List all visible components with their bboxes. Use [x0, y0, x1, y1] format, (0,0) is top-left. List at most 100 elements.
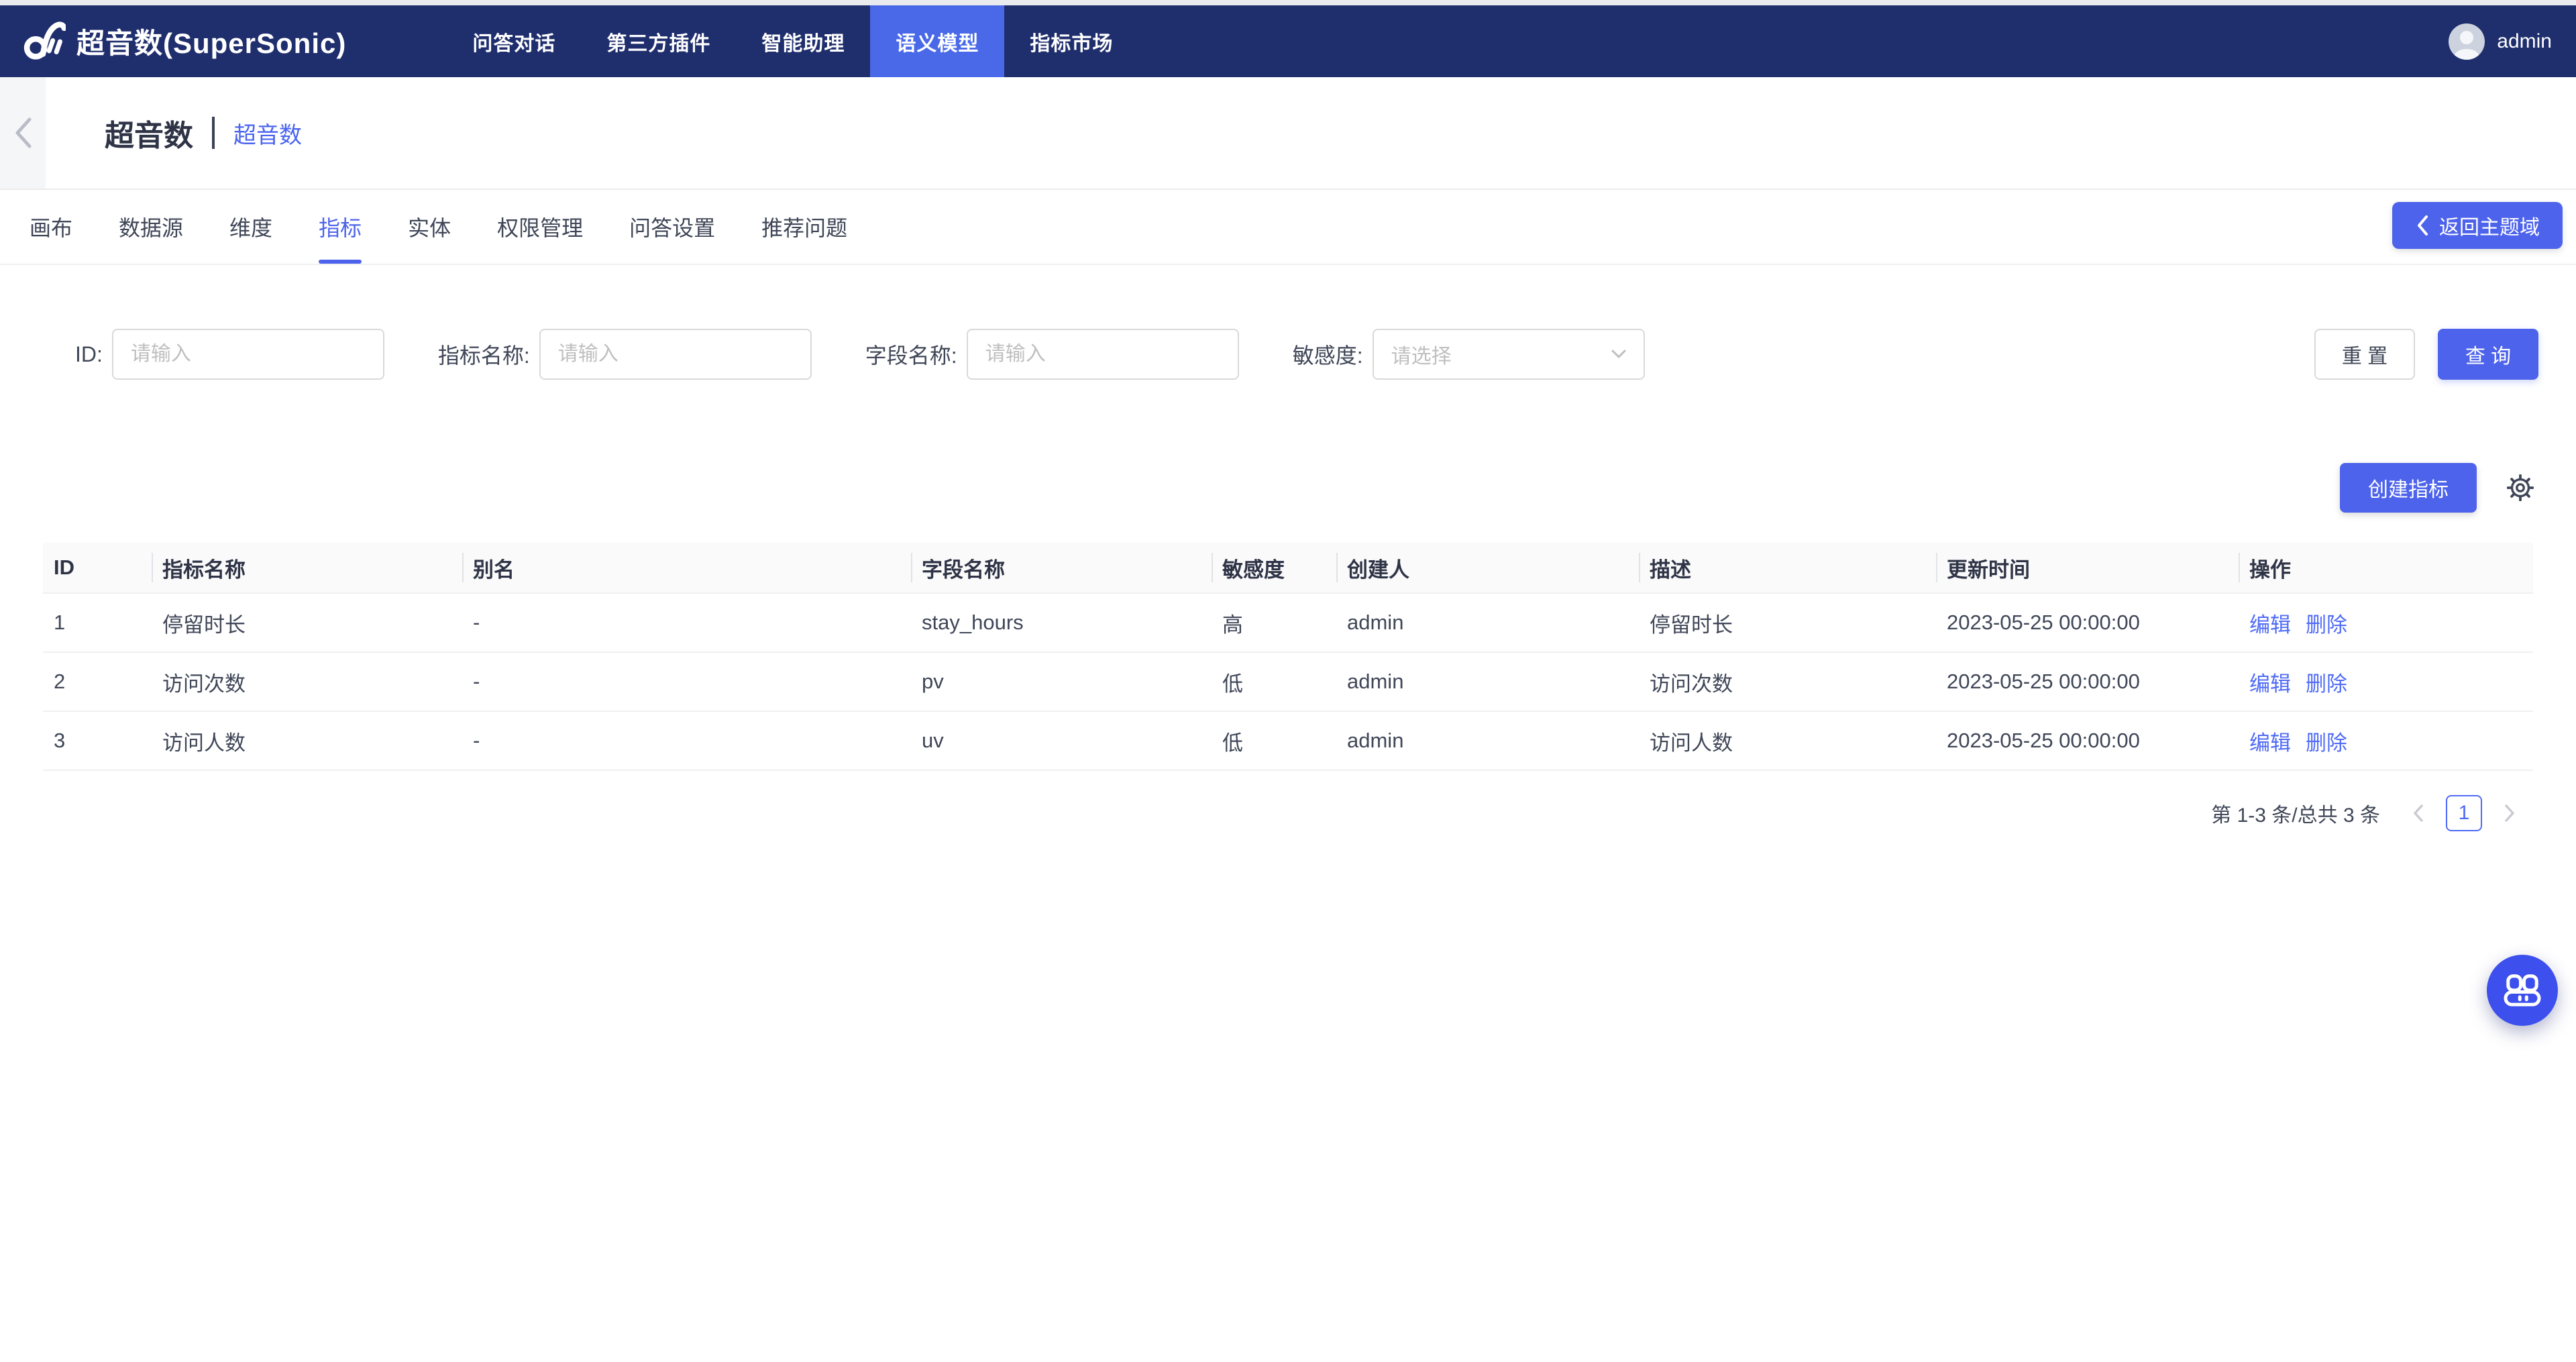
delete-link[interactable]: 删除 [2306, 726, 2347, 756]
tab-dimension[interactable]: 维度 [229, 190, 272, 264]
chatbot-float-button[interactable] [2487, 955, 2558, 1026]
cell-actions: 编辑 删除 [2239, 712, 2533, 770]
pagination-total: 第 1-3 条/总共 3 条 [2211, 798, 2380, 828]
tab-metric[interactable]: 指标 [319, 190, 362, 264]
next-page-button[interactable] [2491, 795, 2528, 831]
back-navigation[interactable] [0, 77, 46, 189]
cell-id: 2 [43, 653, 152, 711]
cell-updated: 2023-05-25 00:00:00 [1936, 653, 2239, 711]
cell-name: 访问次数 [152, 653, 462, 711]
chevron-left-icon [2415, 214, 2430, 237]
breadcrumb-link[interactable]: 超音数 [233, 117, 302, 150]
column-header-creator: 创建人 [1336, 543, 1639, 592]
create-metric-button[interactable]: 创建指标 [2340, 463, 2477, 513]
filter-buttons: 重 置 查 询 [2314, 329, 2538, 380]
search-button[interactable]: 查 询 [2438, 329, 2538, 380]
cell-alias: - [462, 594, 911, 651]
column-header-name: 指标名称 [152, 543, 462, 592]
tab-recommend[interactable]: 推荐问题 [761, 190, 847, 264]
table-row: 3 访问人数 - uv 低 admin 访问人数 2023-05-25 00:0… [43, 712, 2533, 771]
column-header-sensitivity: 敏感度 [1212, 543, 1336, 592]
cell-sensitivity: 高 [1212, 594, 1336, 651]
cell-desc: 访问人数 [1639, 712, 1936, 770]
filter-group-id: ID: [75, 329, 384, 380]
cell-actions: 编辑 删除 [2239, 653, 2533, 711]
top-navbar: 超音数(SuperSonic) 问答对话 第三方插件 智能助理 语义模型 指标市… [0, 5, 2576, 77]
cell-name: 停留时长 [152, 594, 462, 651]
delete-link[interactable]: 删除 [2306, 667, 2347, 697]
filter-bar: ID: 指标名称: 字段名称: 敏感度: 请选择 重 置 查 询 [0, 329, 2576, 380]
filter-group-sensitivity: 敏感度: 请选择 [1293, 329, 1645, 380]
title-divider [212, 117, 215, 149]
page-number-1[interactable]: 1 [2446, 795, 2482, 831]
tab-qa-settings[interactable]: 问答设置 [629, 190, 715, 264]
tab-entity[interactable]: 实体 [408, 190, 451, 264]
cell-actions: 编辑 删除 [2239, 594, 2533, 651]
metric-table: ID 指标名称 别名 字段名称 敏感度 创建人 描述 更新时间 操作 1 停留时… [0, 543, 2576, 771]
window-top-edge [0, 0, 2576, 5]
breadcrumb-band: 超音数 超音数 [0, 77, 2576, 190]
field-name-filter-input[interactable] [967, 329, 1239, 380]
sensitivity-filter-label: 敏感度: [1293, 339, 1363, 370]
supersonic-logo-icon [20, 19, 66, 64]
edit-link[interactable]: 编辑 [2249, 667, 2291, 697]
sensitivity-select-placeholder: 请选择 [1391, 339, 1452, 369]
id-filter-input[interactable] [112, 329, 384, 380]
table-settings-button[interactable] [2506, 474, 2534, 502]
id-filter-label: ID: [75, 342, 103, 367]
cell-field: stay_hours [911, 594, 1212, 651]
reset-button[interactable]: 重 置 [2314, 329, 2415, 380]
cell-field: pv [911, 653, 1212, 711]
column-header-actions: 操作 [2239, 543, 2533, 592]
tab-canvas[interactable]: 画布 [30, 190, 72, 264]
metric-name-filter-input[interactable] [539, 329, 812, 380]
nav-item-qa-chat[interactable]: 问答对话 [447, 5, 581, 77]
delete-link[interactable]: 删除 [2306, 608, 2347, 638]
navbar-user-area[interactable]: admin [2449, 23, 2576, 60]
column-header-field: 字段名称 [911, 543, 1212, 592]
cell-sensitivity: 低 [1212, 712, 1336, 770]
cell-id: 1 [43, 594, 152, 651]
back-to-domain-label: 返回主题域 [2439, 211, 2540, 240]
edit-link[interactable]: 编辑 [2249, 726, 2291, 756]
nav-item-semantic-model[interactable]: 语义模型 [870, 5, 1004, 77]
nav-item-plugins[interactable]: 第三方插件 [581, 5, 736, 77]
chatbot-icon [2502, 970, 2542, 1010]
cell-field: uv [911, 712, 1212, 770]
cell-updated: 2023-05-25 00:00:00 [1936, 594, 2239, 651]
edit-link[interactable]: 编辑 [2249, 608, 2291, 638]
cell-desc: 访问次数 [1639, 653, 1936, 711]
nav-item-metric-market[interactable]: 指标市场 [1004, 5, 1138, 77]
table-row: 1 停留时长 - stay_hours 高 admin 停留时长 2023-05… [43, 594, 2533, 653]
column-header-id: ID [43, 543, 152, 592]
brand-title: 超音数(SuperSonic) [76, 21, 346, 62]
brand-logo[interactable]: 超音数(SuperSonic) [0, 19, 346, 64]
page-title: 超音数 [105, 111, 193, 154]
column-header-alias: 别名 [462, 543, 911, 592]
cell-creator: admin [1336, 653, 1639, 711]
cell-creator: admin [1336, 594, 1639, 651]
pagination: 第 1-3 条/总共 3 条 1 [0, 795, 2576, 831]
chevron-down-icon [1611, 350, 1626, 359]
cell-creator: admin [1336, 712, 1639, 770]
back-to-domain-button[interactable]: 返回主题域 [2392, 202, 2563, 249]
prev-page-button[interactable] [2400, 795, 2436, 831]
cell-id: 3 [43, 712, 152, 770]
column-header-updated: 更新时间 [1936, 543, 2239, 592]
nav-item-assistant[interactable]: 智能助理 [736, 5, 870, 77]
table-header-row: ID 指标名称 别名 字段名称 敏感度 创建人 描述 更新时间 操作 [43, 543, 2533, 594]
chevron-left-icon [11, 114, 35, 152]
sensitivity-select[interactable]: 请选择 [1373, 329, 1645, 380]
table-row: 2 访问次数 - pv 低 admin 访问次数 2023-05-25 00:0… [43, 653, 2533, 712]
table-toolbar: 创建指标 [0, 463, 2576, 513]
gear-icon [2506, 474, 2534, 502]
tab-datasource[interactable]: 数据源 [119, 190, 183, 264]
name-filter-label: 指标名称: [438, 339, 530, 370]
cell-updated: 2023-05-25 00:00:00 [1936, 712, 2239, 770]
model-tabbar: 画布 数据源 维度 指标 实体 权限管理 问答设置 推荐问题 返回主题域 [0, 190, 2576, 265]
filter-group-field: 字段名称: [865, 329, 1239, 380]
user-avatar-icon [2449, 23, 2485, 60]
tab-permission[interactable]: 权限管理 [497, 190, 583, 264]
prev-page-icon [2412, 804, 2424, 823]
cell-desc: 停留时长 [1639, 594, 1936, 651]
